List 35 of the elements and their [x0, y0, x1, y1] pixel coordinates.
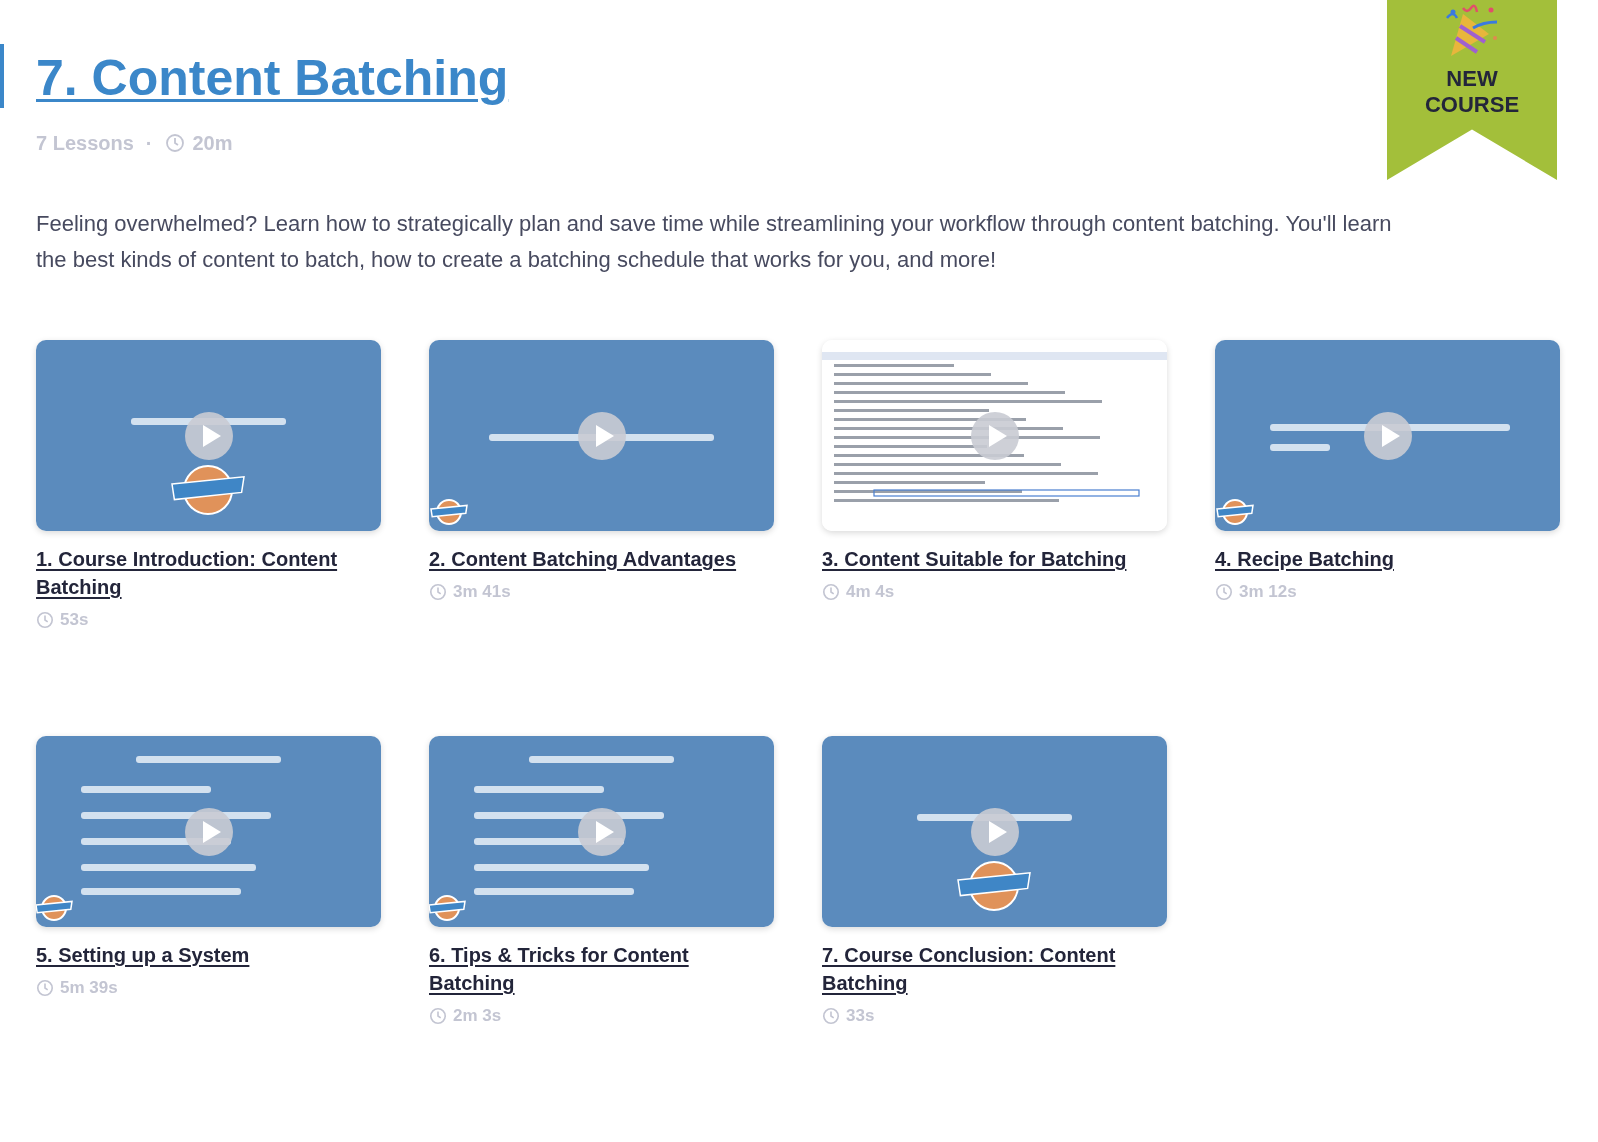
clock-icon: [36, 610, 54, 629]
clock-icon: [429, 582, 447, 601]
play-button-icon[interactable]: [971, 412, 1019, 460]
play-button-icon[interactable]: [578, 412, 626, 460]
play-button-icon[interactable]: [185, 808, 233, 856]
clock-icon: [1215, 582, 1233, 601]
lesson-title[interactable]: 5. Setting up a System: [36, 941, 250, 969]
play-button-icon[interactable]: [578, 808, 626, 856]
course-title[interactable]: 7. Content Batching: [36, 46, 509, 110]
lesson-duration: 2m 3s: [453, 1005, 502, 1027]
separator: ·: [145, 131, 153, 156]
lesson-duration: 5m 39s: [60, 977, 118, 999]
lesson-title[interactable]: 1. Course Introduction: Content Batching: [36, 545, 356, 601]
lesson-duration: 53s: [60, 609, 89, 631]
clock-icon: [822, 1006, 840, 1025]
clock-icon: [36, 978, 54, 997]
course-description: Feeling overwhelmed? Learn how to strategically plan and save time while streamlining your workflow through content batching. You'll learn the best kinds of content to batch, how to create a batching schedule that works for you, and more!: [36, 210, 1393, 274]
lesson-duration: 3m 41s: [453, 581, 511, 603]
lesson-title[interactable]: 2. Content Batching Advantages: [429, 545, 737, 573]
lesson-title[interactable]: 3. Content Suitable for Batching: [822, 545, 1127, 573]
play-button-icon[interactable]: [971, 808, 1019, 856]
lesson-duration: 4m 4s: [846, 581, 895, 603]
ribbon-label: NEW COURSE: [1424, 66, 1520, 118]
course-duration: 20m: [192, 131, 233, 156]
clock-icon: [429, 1006, 447, 1025]
lesson-duration: 33s: [846, 1005, 875, 1027]
clock-icon: [164, 133, 185, 153]
lesson-title[interactable]: 4. Recipe Batching: [1215, 545, 1394, 573]
lesson-title[interactable]: 7. Course Conclusion: Content Batching: [822, 941, 1142, 997]
play-button-icon[interactable]: [1364, 412, 1412, 460]
lesson-title[interactable]: 6. Tips & Tricks for Content Batching: [429, 941, 749, 997]
clock-icon: [822, 582, 840, 601]
play-button-icon[interactable]: [185, 412, 233, 460]
lesson-duration: 3m 12s: [1239, 581, 1297, 603]
lesson-count: 7 Lessons: [36, 131, 134, 156]
